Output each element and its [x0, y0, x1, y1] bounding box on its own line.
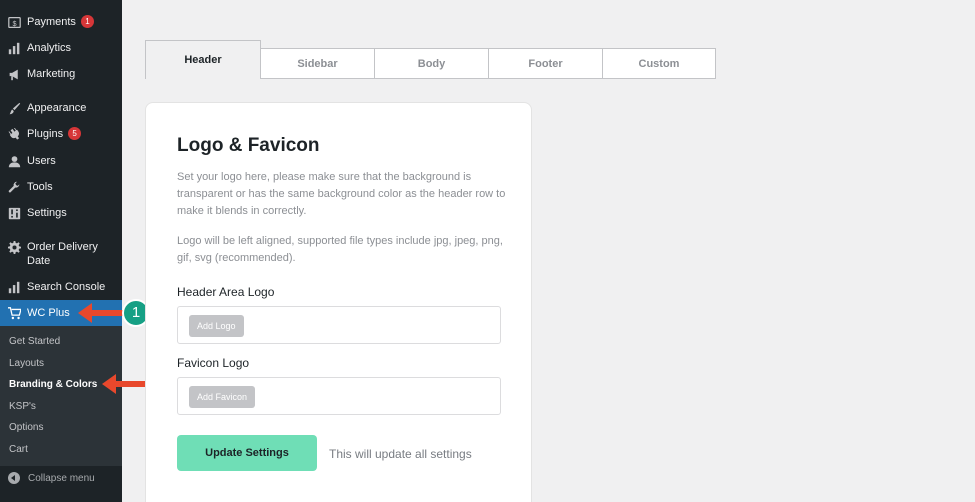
update-settings-button[interactable]: Update Settings	[177, 435, 317, 471]
sidebar-item-payments[interactable]: $ Payments 1	[0, 15, 122, 29]
megaphone-icon	[7, 67, 21, 81]
submenu-item-layouts[interactable]: Layouts	[9, 358, 44, 369]
submenu-item-get-started[interactable]: Get Started	[9, 336, 60, 347]
submenu-item-ksps[interactable]: KSP's	[9, 401, 36, 412]
add-logo-button[interactable]: Add Logo	[189, 315, 244, 337]
sidebar-item-label: Analytics	[27, 42, 72, 54]
add-favicon-button[interactable]: Add Favicon	[189, 386, 256, 408]
card-description: Set your logo here, please make sure tha…	[177, 171, 506, 217]
sidebar-item-analytics[interactable]: Analytics	[0, 41, 122, 55]
update-note: This will update all settings	[329, 447, 472, 461]
collapse-icon	[8, 472, 20, 484]
sidebar-item-search-console[interactable]: Search Console	[0, 280, 122, 294]
tab-sidebar[interactable]: Sidebar	[260, 48, 375, 79]
favicon-logo-label: Favicon Logo	[177, 356, 250, 370]
notification-badge: 1	[80, 15, 94, 28]
sidebar-item-label: Payments	[27, 16, 76, 28]
notification-badge: 5	[68, 127, 82, 140]
card-title: Logo & Favicon	[177, 135, 320, 156]
sidebar-item-settings[interactable]: Settings	[0, 206, 122, 220]
payments-icon: $	[7, 15, 21, 29]
sidebar-item-label: WC Plus	[27, 307, 70, 319]
sidebar-item-tools[interactable]: Tools	[0, 180, 122, 194]
file-types-description: Logo will be left aligned, supported fil…	[177, 235, 503, 264]
sidebar-item-label: Appearance	[27, 102, 87, 114]
collapse-menu-button[interactable]: Collapse menu	[0, 472, 122, 484]
submenu-item-cart[interactable]: Cart	[9, 444, 28, 455]
submenu-item-options[interactable]: Options	[9, 422, 43, 433]
sidebar-item-label: Tools	[27, 181, 53, 193]
sidebar-item-appearance[interactable]: Appearance	[0, 101, 122, 115]
tab-body[interactable]: Body	[374, 48, 489, 79]
tab-custom[interactable]: Custom	[602, 48, 716, 79]
paintbrush-icon	[7, 101, 21, 115]
sidebar-item-label: Plugins	[27, 128, 64, 140]
wrench-icon	[7, 180, 21, 194]
logo-favicon-card: Logo & Favicon Set your logo here, pleas…	[145, 102, 532, 502]
analytics-icon	[7, 41, 21, 55]
analytics-icon	[7, 280, 21, 294]
sidebar-item-label: Settings	[27, 207, 67, 219]
svg-text:$: $	[12, 18, 16, 27]
sidebar-item-plugins[interactable]: Plugins 5	[0, 127, 122, 141]
sidebar-item-users[interactable]: Users	[0, 154, 122, 168]
sidebar-item-marketing[interactable]: Marketing	[0, 67, 122, 81]
collapse-menu-label: Collapse menu	[28, 472, 95, 484]
header-logo-label: Header Area Logo	[177, 285, 275, 299]
sidebar-item-order-delivery-date[interactable]: Order Delivery Date	[0, 240, 122, 268]
gear-icon	[7, 240, 21, 254]
sidebar-item-label: Users	[27, 155, 56, 167]
sidebar-item-label: Search Console	[27, 281, 106, 293]
tab-footer[interactable]: Footer	[488, 48, 603, 79]
plugin-icon	[7, 127, 21, 141]
cart-icon	[7, 306, 21, 320]
tab-header[interactable]: Header	[145, 40, 261, 79]
user-icon	[7, 154, 21, 168]
wc-plus-submenu: Get Started Layouts Branding & Colors KS…	[0, 326, 122, 466]
favicon-logo-field: Add Favicon	[177, 377, 501, 415]
sidebar-item-label: Order Delivery Date	[27, 241, 98, 267]
header-logo-field: Add Logo	[177, 306, 501, 344]
admin-sidebar: $ Payments 1 Analytics Marketing Appeara…	[0, 0, 122, 502]
sidebar-item-label: Marketing	[27, 68, 76, 80]
submenu-item-branding-colors[interactable]: Branding & Colors	[9, 379, 97, 390]
settings-icon	[7, 206, 21, 220]
